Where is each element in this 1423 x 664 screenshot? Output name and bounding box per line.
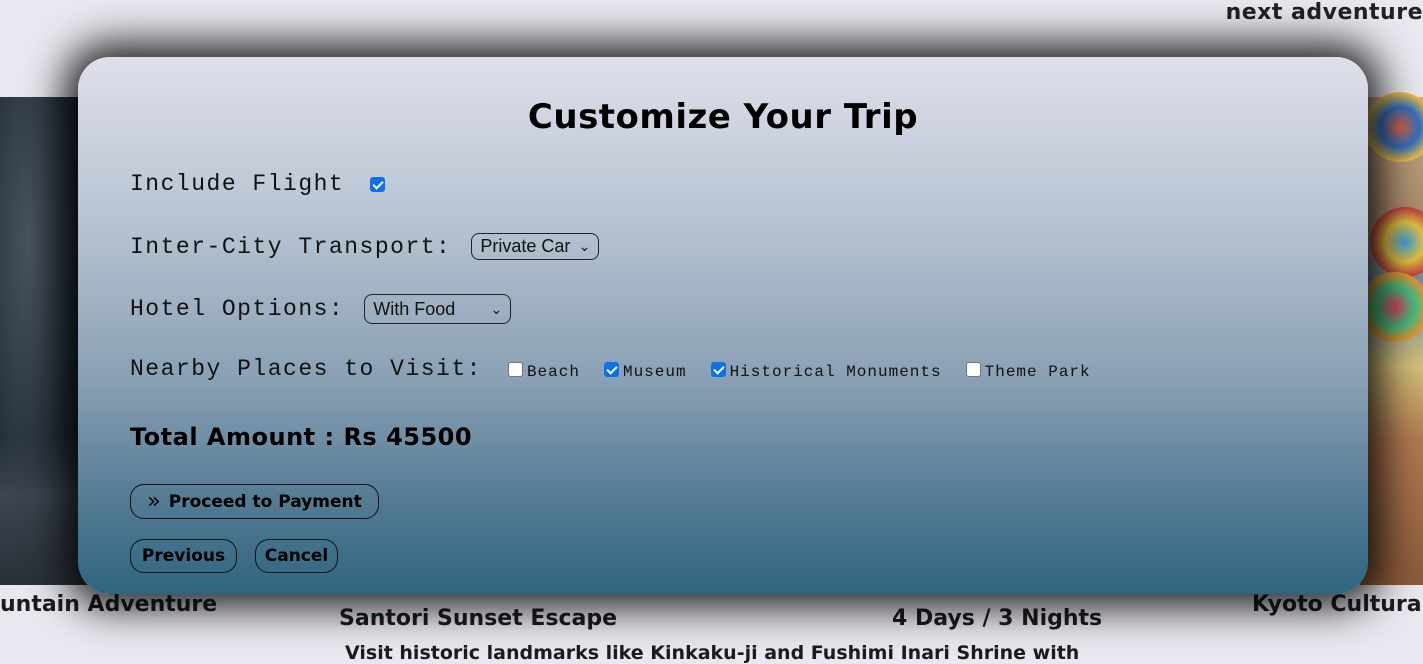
umbrella-decoration xyxy=(1365,92,1423,162)
card-duration: 4 Days / 3 Nights xyxy=(892,606,1103,631)
theme-park-label: Theme Park xyxy=(984,363,1091,381)
cancel-button-label: Cancel xyxy=(264,546,329,566)
transport-label: Inter-City Transport: xyxy=(130,233,452,260)
hotel-selected-value: With Food xyxy=(373,298,456,319)
card-title-left: untain Adventure xyxy=(0,592,218,617)
card-title-right: Kyoto Cultura xyxy=(1252,592,1422,617)
hotel-label: Hotel Options: xyxy=(130,296,345,322)
theme-park-checkbox[interactable] xyxy=(965,361,981,377)
umbrella-decoration xyxy=(1370,207,1423,277)
museum-checkbox[interactable] xyxy=(603,361,619,377)
nearby-row: Nearby Places to Visit: Beach Museum His… xyxy=(130,356,1115,382)
previous-button-label: Previous xyxy=(141,546,226,566)
include-flight-row: Include Flight xyxy=(130,171,386,197)
include-flight-checkbox[interactable] xyxy=(370,176,386,192)
nearby-option-historical-monuments[interactable]: Historical Monuments xyxy=(710,357,942,381)
historical-monuments-label: Historical Monuments xyxy=(729,363,942,381)
transport-selected-value: Private Car xyxy=(480,236,571,256)
previous-button[interactable]: Previous xyxy=(130,539,237,573)
card-description: Visit historic landmarks like Kinkaku-ji… xyxy=(345,642,1080,664)
nearby-option-beach[interactable]: Beach xyxy=(507,357,580,381)
modal-title: Customize Your Trip xyxy=(527,97,919,137)
page-heading: next adventure xyxy=(1225,0,1423,25)
total-amount: Total Amount : Rs 45500 xyxy=(130,423,473,451)
transport-row: Inter-City Transport: Private Car ⌄ xyxy=(130,233,600,260)
chevron-down-icon: ⌄ xyxy=(490,300,503,317)
customize-trip-modal: Customize Your Trip Include Flight Inter… xyxy=(78,57,1368,594)
transport-select[interactable]: Private Car ⌄ xyxy=(471,233,600,260)
umbrella-decoration xyxy=(1360,272,1423,342)
museum-label: Museum xyxy=(622,363,687,381)
include-flight-label: Include Flight xyxy=(130,171,345,197)
beach-label: Beach xyxy=(526,363,580,381)
historical-monuments-checkbox[interactable] xyxy=(710,361,726,377)
destination-card-image-right[interactable] xyxy=(1360,92,1423,585)
hotel-select[interactable]: With Food ⌄ xyxy=(364,294,512,324)
nearby-label: Nearby Places to Visit: xyxy=(130,356,482,382)
cancel-button[interactable]: Cancel xyxy=(255,539,338,573)
proceed-to-payment-button[interactable]: » Proceed to Payment xyxy=(130,484,379,519)
nearby-option-theme-park[interactable]: Theme Park xyxy=(965,357,1091,381)
nearby-option-museum[interactable]: Museum xyxy=(603,357,687,381)
chevron-down-icon: ⌄ xyxy=(578,238,591,254)
card-title-middle: Santori Sunset Escape xyxy=(339,606,618,631)
proceed-button-label: Proceed to Payment xyxy=(168,491,362,512)
beach-checkbox[interactable] xyxy=(507,361,523,377)
hotel-row: Hotel Options: With Food ⌄ xyxy=(130,294,512,324)
double-chevron-right-icon: » xyxy=(147,489,161,514)
